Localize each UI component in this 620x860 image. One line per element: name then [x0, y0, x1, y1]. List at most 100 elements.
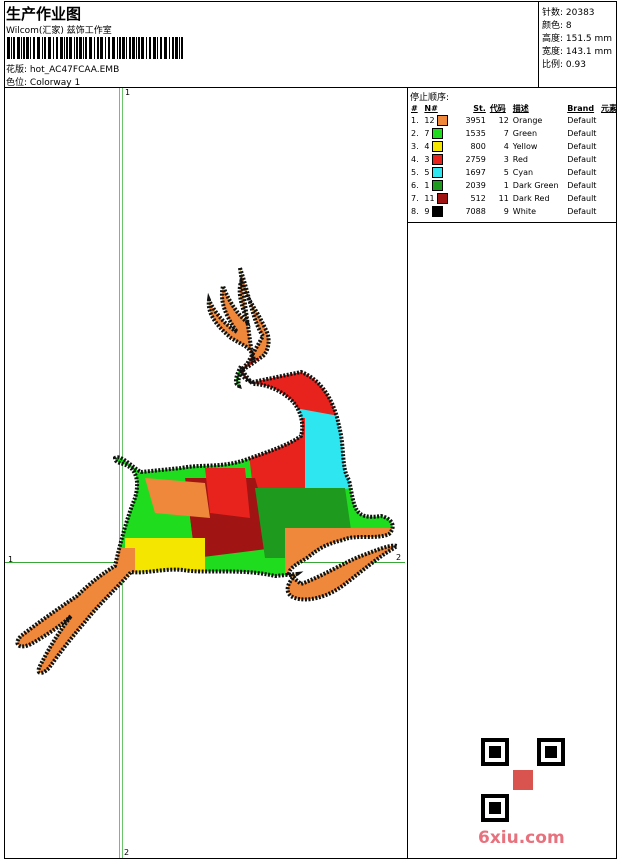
- row-index: 2.: [411, 129, 419, 138]
- row-element: [599, 192, 620, 205]
- table-row: 4. 3 2759 3 Red Default: [409, 153, 620, 166]
- row-code: 9: [503, 207, 509, 216]
- outer-border-bottom: [4, 858, 617, 859]
- row-description: Orange: [512, 116, 543, 125]
- row-element: [599, 127, 620, 140]
- table-row: 6. 1 2039 1 Dark Green Default: [409, 179, 620, 192]
- row-code: 12: [498, 116, 509, 125]
- color-swatch: [432, 154, 444, 165]
- outer-border-top: [4, 1, 617, 2]
- table-row: 8. 9 7088 9 White Default: [409, 205, 620, 218]
- page-title: 生产作业图: [6, 5, 82, 23]
- row-description: Dark Green: [512, 181, 559, 190]
- color-swatch: [432, 141, 444, 152]
- design-row: 花版: hot_AC47FCAA.EMB: [6, 62, 119, 75]
- row-needle: 11: [422, 192, 457, 205]
- deer-embroidery-graphic: [15, 267, 402, 675]
- row-element: [599, 166, 620, 179]
- row-index: 5.: [411, 168, 419, 177]
- row-needle: 7: [422, 127, 457, 140]
- row-needle: 9: [422, 205, 457, 218]
- col-brand: Brand: [567, 103, 595, 113]
- row-code: 1: [503, 181, 509, 190]
- barcode: [7, 37, 187, 59]
- col-code: 代码: [489, 103, 506, 113]
- row-stitches: 3951: [465, 116, 486, 125]
- row-brand: Default: [567, 168, 597, 177]
- table-row: 7. 11 512 11 Dark Red Default: [409, 192, 620, 205]
- row-stitches: 512: [470, 194, 486, 203]
- color-swatch: [437, 115, 449, 126]
- row-brand: Default: [567, 181, 597, 190]
- row-stitches: 2759: [465, 155, 486, 164]
- row-stitches: 7088: [465, 207, 486, 216]
- row-element: [599, 140, 620, 153]
- row-stitches: 1697: [465, 168, 486, 177]
- row-needle: 12: [422, 114, 457, 127]
- col-needle: N#: [424, 103, 438, 113]
- row-stitches: 1535: [465, 129, 486, 138]
- watermark-site: 6xiu.com: [478, 828, 565, 848]
- colorway-value: Colorway 1: [29, 78, 81, 88]
- row-description: Cyan: [512, 168, 534, 177]
- col-stitches: St.: [473, 103, 486, 113]
- stop-order-table: # N# St. 代码 描述 Brand 元素 1. 12 3951 12 Orang…: [409, 102, 620, 218]
- stats-divider: [538, 1, 539, 87]
- color-swatch: [432, 128, 444, 139]
- row-description: Red: [512, 155, 528, 164]
- row-brand: Default: [567, 207, 597, 216]
- row-needle: 1: [422, 179, 457, 192]
- row-code: 5: [503, 168, 509, 177]
- design-file: hot_AC47FCAA.EMB: [29, 65, 120, 75]
- table-row: 5. 5 1697 5 Cyan Default: [409, 166, 620, 179]
- row-index: 4.: [411, 155, 419, 164]
- row-element: [599, 179, 620, 192]
- row-description: White: [512, 207, 537, 216]
- row-stitches: 800: [470, 142, 486, 151]
- row-description: Dark Red: [512, 194, 550, 203]
- col-element: 元素: [601, 103, 617, 113]
- table-row: 2. 7 1535 7 Green Default: [409, 127, 620, 140]
- row-brand: Default: [567, 142, 597, 151]
- table-row: 3. 4 800 4 Yellow Default: [409, 140, 620, 153]
- colorway-label: 色位:: [6, 78, 28, 88]
- row-needle: 4: [422, 140, 457, 153]
- col-description: 描述: [512, 103, 529, 113]
- row-code: 11: [498, 194, 509, 203]
- design-label: 花版:: [6, 65, 28, 75]
- stat-colors: 颜色: 8: [542, 21, 572, 31]
- color-swatch: [432, 206, 444, 217]
- row-needle: 3: [422, 153, 457, 166]
- barcode-graphic: [7, 37, 183, 59]
- row-element: [599, 114, 620, 127]
- row-description: Yellow: [512, 142, 538, 151]
- row-index: 3.: [411, 142, 419, 151]
- row-brand: Default: [567, 116, 597, 125]
- sidebar-divider: [407, 87, 408, 858]
- row-index: 8.: [411, 207, 419, 216]
- color-swatch: [432, 167, 444, 178]
- stat-ratio: 比例: 0.93: [542, 60, 586, 70]
- row-code: 3: [503, 155, 509, 164]
- row-needle: 5: [422, 166, 457, 179]
- row-code: 4: [503, 142, 509, 151]
- qr-code: [481, 738, 565, 822]
- row-brand: Default: [567, 155, 597, 164]
- table-row: 1. 12 3951 12 Orange Default: [409, 114, 620, 127]
- row-brand: Default: [567, 129, 597, 138]
- row-index: 6.: [411, 181, 419, 190]
- stat-stitches: 针数: 20383: [542, 8, 595, 18]
- row-element: [599, 205, 620, 218]
- colorway-row: 色位: Colorway 1: [6, 75, 80, 88]
- row-index: 7.: [411, 194, 419, 203]
- studio-name: Wilcom(汇家) 兹饰工作室: [6, 26, 112, 36]
- color-swatch: [432, 180, 444, 191]
- table-bottom-divider: [407, 222, 617, 223]
- row-stitches: 2039: [465, 181, 486, 190]
- col-index: #: [411, 103, 418, 113]
- row-index: 1.: [411, 116, 419, 125]
- row-element: [599, 153, 620, 166]
- stat-width: 宽度: 143.1 mm: [542, 47, 613, 57]
- row-description: Green: [512, 129, 538, 138]
- color-swatch: [437, 193, 449, 204]
